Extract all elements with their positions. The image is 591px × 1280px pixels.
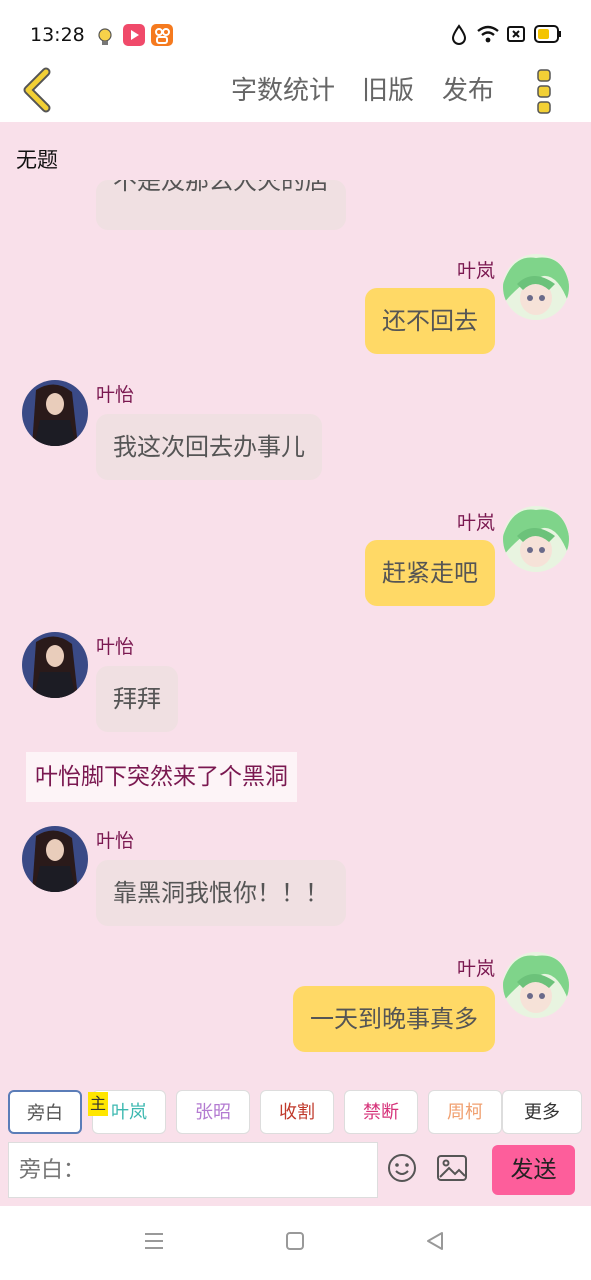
back-button[interactable] [20,66,60,114]
more-roles-button[interactable]: 更多 [502,1090,582,1134]
top-toolbar: 字数统计 旧版 发布 [0,62,591,122]
avatar-ye-lan[interactable] [503,254,569,320]
emoji-icon[interactable] [386,1152,418,1188]
chat-bubble[interactable]: 靠黑洞我恨你！！！ [96,860,346,926]
message-input[interactable] [8,1142,378,1198]
chat-bubble[interactable]: 我这次回去办事儿 [96,414,322,480]
narration-line[interactable]: 叶怡脚下突然来了个黑洞 [26,752,297,802]
word-count-button[interactable]: 字数统计 [231,70,335,107]
role-narrator-button[interactable]: 旁白 [8,1090,82,1134]
publish-button[interactable]: 发布 [442,70,494,107]
more-menu-button[interactable] [530,66,558,116]
old-version-button[interactable]: 旧版 [362,70,414,107]
avatar-ye-yi[interactable] [22,826,88,892]
avatar-ye-yi[interactable] [22,632,88,698]
send-button[interactable]: 发送 [492,1145,575,1195]
role-zhang-zhao-button[interactable]: 张昭 [176,1090,250,1134]
menu-icon[interactable] [143,1230,165,1256]
speaker-name: 叶怡 [96,830,135,852]
chat-bubble[interactable]: 一天到晚事真多 [293,986,495,1052]
chat-title: 无题 [16,148,58,172]
chat-bubble[interactable]: 赶紧走吧 [365,540,495,606]
system-nav-bar [0,1206,591,1280]
image-icon[interactable] [436,1152,468,1188]
status-bar: 13:28 [0,0,591,62]
role-zhou-ke-button[interactable]: 周柯 [428,1090,502,1134]
battery-icon [534,24,562,48]
role-jin-duan-button[interactable]: 禁断 [344,1090,418,1134]
host-tag: 主 [88,1092,108,1116]
compose-panel: 旁白 叶岚 主 张昭 收割 禁断 周柯 更多 发送 [0,1070,591,1206]
wifi-icon [476,24,500,48]
speaker-name: 叶岚 [456,260,495,282]
speaker-name: 叶怡 [96,384,135,406]
speaker-name: 叶怡 [96,636,135,658]
chat-bubble-partial[interactable]: 不是及那么大火的店 [96,180,346,230]
home-icon[interactable] [284,1230,306,1256]
avatar-ye-lan[interactable] [503,506,569,572]
back-nav-icon[interactable] [424,1230,446,1256]
chat-bubble[interactable]: 还不回去 [365,288,495,354]
video-app-icon [123,24,145,50]
status-time: 13:28 [30,24,85,46]
data-drop-icon [450,24,468,50]
avatar-ye-lan[interactable] [503,952,569,1018]
kuaishou-icon [151,24,173,50]
speaker-name: 叶岚 [456,958,495,980]
avatar-ye-yi[interactable] [22,380,88,446]
speaker-name: 叶岚 [456,512,495,534]
sim-off-icon [506,24,526,48]
chat-bubble[interactable]: 拜拜 [96,666,178,732]
role-shou-ge-button[interactable]: 收割 [260,1090,334,1134]
bulb-icon [94,26,116,52]
chat-area[interactable]: 无题 不是及那么大火的店 叶岚 还不回去 叶怡 我这次回去办事儿 叶岚 赶紧走吧… [0,122,591,1070]
